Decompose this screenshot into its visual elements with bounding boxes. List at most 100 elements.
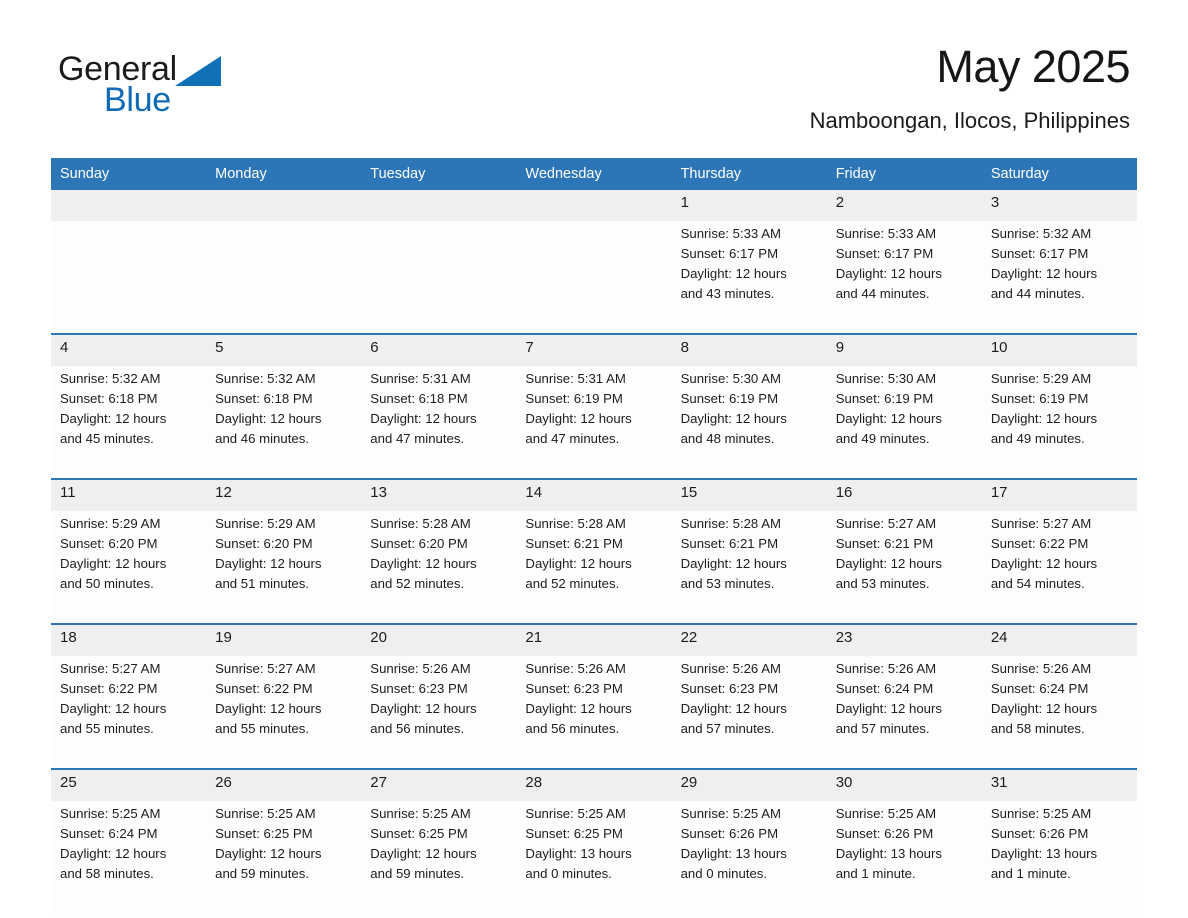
sunrise-text: Sunrise: 5:25 AM bbox=[525, 806, 626, 821]
daynum-cell[interactable]: 14 bbox=[516, 479, 672, 511]
weekday-header-friday: Friday bbox=[826, 158, 982, 190]
daynum-cell[interactable]: 15 bbox=[671, 479, 827, 511]
daynum-cell[interactable]: 9 bbox=[826, 334, 982, 366]
daynum-cell[interactable]: 18 bbox=[51, 624, 207, 656]
weekday-header-tuesday: Tuesday bbox=[361, 158, 517, 190]
sunset-text: Sunset: 6:21 PM bbox=[525, 536, 623, 551]
day-cell[interactable]: Sunrise: 5:33 AM Sunset: 6:17 PM Daylight:… bbox=[826, 221, 982, 335]
day-cell[interactable]: Sunrise: 5:29 AM Sunset: 6:20 PM Daylight:… bbox=[51, 511, 207, 625]
week-2-detail-row: Sunrise: 5:32 AM Sunset: 6:18 PM Daylight:… bbox=[51, 366, 1137, 480]
day-cell[interactable]: Sunrise: 5:33 AM Sunset: 6:17 PM Daylight:… bbox=[671, 221, 827, 335]
day-cell[interactable]: Sunrise: 5:25 AM Sunset: 6:25 PM Daylight:… bbox=[516, 801, 672, 913]
day-cell[interactable]: Sunrise: 5:25 AM Sunset: 6:26 PM Daylight:… bbox=[981, 801, 1137, 913]
sunset-text: Sunset: 6:19 PM bbox=[990, 391, 1089, 406]
daynum-cell[interactable]: 1 bbox=[671, 190, 827, 221]
day-cell bbox=[516, 221, 672, 335]
day-cell[interactable]: Sunrise: 5:31 AM Sunset: 6:18 PM Daylight:… bbox=[361, 366, 517, 480]
daynum-cell[interactable]: 11 bbox=[51, 479, 207, 511]
calendar-container: Sunday Monday Tuesday Wednesday Thursday… bbox=[51, 158, 1137, 913]
daynum-cell[interactable]: 16 bbox=[826, 479, 982, 511]
week-4-detail-row: Sunrise: 5:27 AM Sunset: 6:22 PM Daylight:… bbox=[51, 656, 1137, 770]
day-cell[interactable]: Sunrise: 5:28 AM Sunset: 6:21 PM Daylight:… bbox=[671, 511, 827, 625]
daynum-cell[interactable]: 29 bbox=[671, 769, 827, 801]
day-cell[interactable]: Sunrise: 5:30 AM Sunset: 6:19 PM Daylight:… bbox=[826, 366, 982, 480]
daynum-cell[interactable]: 2 bbox=[826, 190, 982, 221]
daynum-cell[interactable]: 10 bbox=[981, 334, 1137, 366]
page-header: General Blue May 2025 Namboongan, Ilocos… bbox=[0, 0, 1188, 148]
sunset-text: Sunset: 6:22 PM bbox=[60, 681, 158, 696]
daylight-text-line2: and 50 minutes. bbox=[60, 576, 154, 591]
day-cell[interactable]: Sunrise: 5:27 AM Sunset: 6:21 PM Daylight:… bbox=[826, 511, 982, 625]
daylight-text-line1: Daylight: 12 hours bbox=[990, 411, 1098, 426]
day-cell[interactable]: Sunrise: 5:28 AM Sunset: 6:21 PM Daylight:… bbox=[516, 511, 672, 625]
daynum-cell[interactable]: 24 bbox=[981, 624, 1137, 656]
daynum-cell[interactable]: 8 bbox=[671, 334, 827, 366]
daynum-cell[interactable]: 20 bbox=[361, 624, 517, 656]
daylight-text-line2: and 45 minutes. bbox=[60, 431, 154, 446]
day-cell[interactable]: Sunrise: 5:25 AM Sunset: 6:25 PM Daylight:… bbox=[361, 801, 517, 913]
day-cell[interactable]: Sunrise: 5:32 AM Sunset: 6:17 PM Daylight:… bbox=[981, 221, 1137, 335]
daynum-cell[interactable]: 31 bbox=[981, 769, 1137, 801]
daynum-cell[interactable]: 5 bbox=[206, 334, 362, 366]
daynum-cell[interactable]: 26 bbox=[206, 769, 362, 801]
daynum-cell[interactable]: 3 bbox=[981, 190, 1137, 221]
weekday-header-thursday: Thursday bbox=[671, 158, 827, 190]
general-blue-logo: General Blue bbox=[58, 50, 288, 126]
daynum-cell[interactable]: 17 bbox=[981, 479, 1137, 511]
day-cell[interactable]: Sunrise: 5:29 AM Sunset: 6:20 PM Daylight:… bbox=[206, 511, 362, 625]
day-cell[interactable]: Sunrise: 5:27 AM Sunset: 6:22 PM Daylight:… bbox=[51, 656, 207, 770]
calendar-week-1: 1 2 3 Sunrise: 5:33 AM Sunset: 6:17 PM Day… bbox=[51, 190, 1137, 335]
day-cell[interactable]: Sunrise: 5:26 AM Sunset: 6:24 PM Daylight:… bbox=[981, 656, 1137, 770]
daylight-text-line1: Daylight: 12 hours bbox=[370, 846, 477, 861]
daynum-cell[interactable]: 19 bbox=[206, 624, 362, 656]
day-cell[interactable]: Sunrise: 5:25 AM Sunset: 6:26 PM Daylight:… bbox=[671, 801, 827, 913]
sunrise-text: Sunrise: 5:25 AM bbox=[990, 806, 1092, 821]
sunrise-text: Sunrise: 5:28 AM bbox=[525, 516, 626, 531]
daylight-text-line1: Daylight: 12 hours bbox=[525, 556, 632, 571]
calendar-week-4: 18 19 20 21 22 23 24 Sunrise: 5:27 AM Sun… bbox=[51, 624, 1137, 770]
sunset-text: Sunset: 6:23 PM bbox=[370, 681, 468, 696]
daynum-cell[interactable]: 23 bbox=[826, 624, 982, 656]
day-cell[interactable]: Sunrise: 5:31 AM Sunset: 6:19 PM Daylight:… bbox=[516, 366, 672, 480]
daylight-text-line1: Daylight: 12 hours bbox=[370, 556, 477, 571]
daynum-cell[interactable]: 30 bbox=[826, 769, 982, 801]
calendar-page: General Blue May 2025 Namboongan, Ilocos… bbox=[0, 0, 1188, 918]
day-cell[interactable]: Sunrise: 5:26 AM Sunset: 6:23 PM Daylight:… bbox=[361, 656, 517, 770]
daynum-cell[interactable]: 25 bbox=[51, 769, 207, 801]
sunset-text: Sunset: 6:24 PM bbox=[835, 681, 934, 696]
daynum-cell[interactable]: 13 bbox=[361, 479, 517, 511]
daylight-text-line1: Daylight: 13 hours bbox=[525, 846, 632, 861]
sunset-text: Sunset: 6:24 PM bbox=[60, 826, 158, 841]
day-cell[interactable]: Sunrise: 5:26 AM Sunset: 6:24 PM Daylight:… bbox=[826, 656, 982, 770]
daynum-cell[interactable]: 4 bbox=[51, 334, 207, 366]
sunset-text: Sunset: 6:26 PM bbox=[835, 826, 934, 841]
calendar-week-3: 11 12 13 14 15 16 17 Sunrise: 5:29 AM Sun… bbox=[51, 479, 1137, 625]
day-cell[interactable]: Sunrise: 5:32 AM Sunset: 6:18 PM Daylight:… bbox=[51, 366, 207, 480]
sunrise-text: Sunrise: 5:29 AM bbox=[215, 516, 316, 531]
day-cell[interactable]: Sunrise: 5:32 AM Sunset: 6:18 PM Daylight:… bbox=[206, 366, 362, 480]
daylight-text-line1: Daylight: 12 hours bbox=[215, 846, 322, 861]
day-cell[interactable]: Sunrise: 5:25 AM Sunset: 6:24 PM Daylight:… bbox=[51, 801, 207, 913]
daynum-cell[interactable]: 7 bbox=[516, 334, 672, 366]
day-cell[interactable]: Sunrise: 5:29 AM Sunset: 6:19 PM Daylight:… bbox=[981, 366, 1137, 480]
day-cell[interactable]: Sunrise: 5:30 AM Sunset: 6:19 PM Daylight:… bbox=[671, 366, 827, 480]
daylight-text-line1: Daylight: 12 hours bbox=[60, 846, 167, 861]
daynum-cell[interactable]: 27 bbox=[361, 769, 517, 801]
location-subtitle: Namboongan, Ilocos, Philippines bbox=[809, 108, 1130, 133]
daynum-cell[interactable]: 21 bbox=[516, 624, 672, 656]
daynum-cell bbox=[51, 190, 207, 221]
daynum-cell[interactable]: 6 bbox=[361, 334, 517, 366]
day-cell[interactable]: Sunrise: 5:25 AM Sunset: 6:26 PM Daylight:… bbox=[826, 801, 982, 913]
day-cell[interactable]: Sunrise: 5:27 AM Sunset: 6:22 PM Daylight:… bbox=[981, 511, 1137, 625]
weekday-header-saturday: Saturday bbox=[981, 158, 1137, 190]
day-cell[interactable]: Sunrise: 5:28 AM Sunset: 6:20 PM Daylight:… bbox=[361, 511, 517, 625]
day-cell[interactable]: Sunrise: 5:27 AM Sunset: 6:22 PM Daylight:… bbox=[206, 656, 362, 770]
daynum-cell[interactable]: 28 bbox=[516, 769, 672, 801]
day-cell[interactable]: Sunrise: 5:26 AM Sunset: 6:23 PM Daylight:… bbox=[516, 656, 672, 770]
daynum-cell[interactable]: 22 bbox=[671, 624, 827, 656]
daylight-text-line1: Daylight: 13 hours bbox=[680, 846, 787, 861]
daynum-cell[interactable]: 12 bbox=[206, 479, 362, 511]
daylight-text-line1: Daylight: 12 hours bbox=[370, 411, 477, 426]
day-cell[interactable]: Sunrise: 5:25 AM Sunset: 6:25 PM Daylight:… bbox=[206, 801, 362, 913]
day-cell[interactable]: Sunrise: 5:26 AM Sunset: 6:23 PM Daylight:… bbox=[671, 656, 827, 770]
